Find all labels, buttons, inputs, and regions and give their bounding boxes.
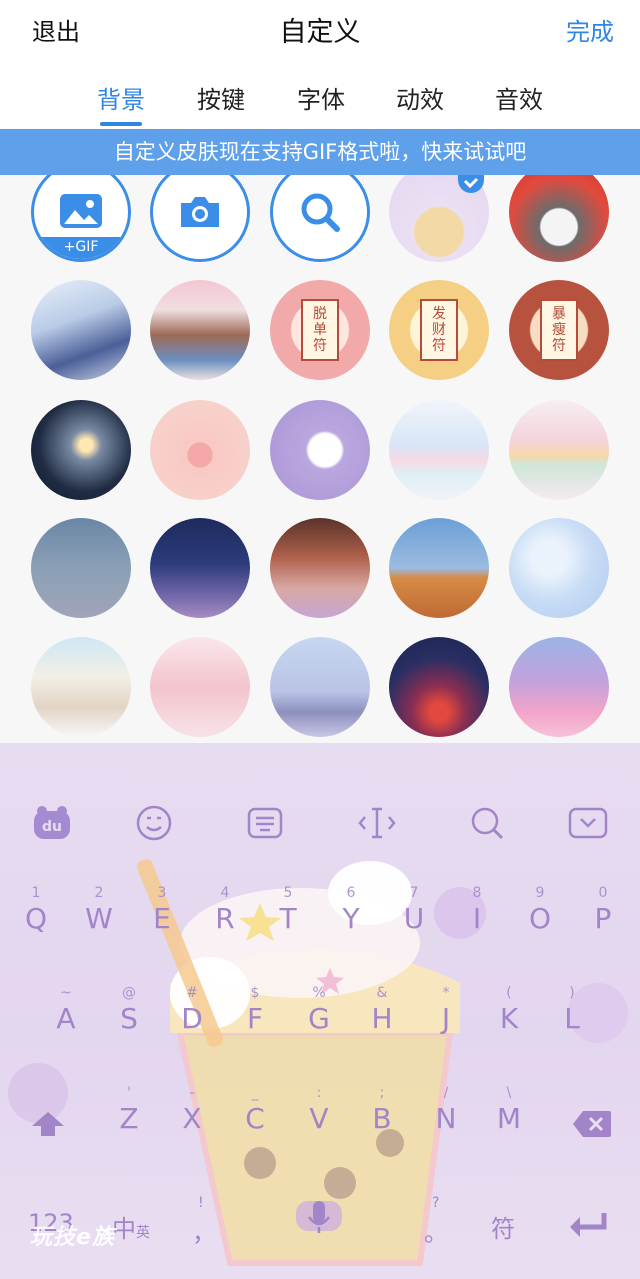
key-k[interactable]: (K [484, 984, 534, 1036]
key-a[interactable]: ~ A [41, 984, 91, 1036]
background-thumb-bunny[interactable] [270, 400, 370, 500]
key-z[interactable]: ' Z [104, 1084, 154, 1136]
cursor-icon[interactable] [357, 803, 397, 843]
svg-text:du: du [42, 819, 62, 835]
keyboard-layout-icon[interactable] [245, 803, 285, 843]
active-tab-indicator [100, 122, 142, 126]
key-o[interactable]: 9O [515, 884, 565, 936]
background-thumb-fu-2[interactable]: 发财符 [389, 280, 489, 380]
tab-keys[interactable]: 按键 [181, 80, 261, 115]
background-thumb-mountain-haze[interactable] [270, 637, 370, 737]
key-s[interactable]: @ S [104, 984, 154, 1036]
period-hint: ? [432, 1195, 440, 1211]
enter-icon[interactable] [566, 1211, 610, 1241]
key-i[interactable]: 8I [452, 884, 502, 936]
background-thumb-astronaut[interactable] [509, 637, 609, 737]
key-n[interactable]: / N [421, 1084, 471, 1136]
background-thumb-anime-boy[interactable] [31, 637, 131, 737]
key-e[interactable]: 3E [137, 884, 187, 936]
background-thumb-fu-3[interactable]: 暴瘦符 [509, 280, 609, 380]
top-bar: 退出 自定义 完成 [0, 0, 640, 60]
key-r[interactable]: 4R [200, 884, 250, 936]
language-switch-key[interactable]: 中英 [112, 1209, 150, 1244]
key-c[interactable]: _ C [230, 1084, 280, 1136]
background-thumb-fu-1[interactable]: 脱单符 [270, 280, 370, 380]
key-m[interactable]: \ M [484, 1084, 534, 1136]
background-thumb-rainy-night[interactable] [389, 637, 489, 737]
camera-icon [181, 197, 219, 227]
search-icon [301, 193, 340, 232]
key-h[interactable]: & H [357, 984, 407, 1036]
key-f[interactable]: $ F [230, 984, 280, 1036]
key-x[interactable]: -X [167, 1084, 217, 1136]
gif-support-banner: 自定义皮肤现在支持GIF格式啦，快来试试吧 [0, 129, 640, 175]
search-icon[interactable] [467, 803, 507, 843]
fu-scroll-3: 暴瘦符 [540, 299, 578, 361]
gallery-upload-button[interactable]: +GIF [31, 175, 131, 262]
key-j[interactable]: * J [421, 984, 471, 1036]
tab-bar: 背景 按键 字体 动效 音效 [0, 60, 640, 128]
fu-scroll-2: 发财符 [420, 299, 458, 361]
backspace-icon[interactable] [571, 1109, 613, 1139]
key-t[interactable]: 5T [263, 884, 313, 936]
key-q[interactable]: 1Q [11, 884, 61, 936]
key-g[interactable]: % G [294, 984, 344, 1036]
background-thumb-cat[interactable] [509, 175, 609, 262]
background-thumb-bokeh-blue[interactable] [509, 518, 609, 618]
key-w[interactable]: 2W [74, 884, 124, 936]
background-grid: +GIF 脱单符 发财符 暴瘦符 [0, 175, 640, 743]
background-thumb-night-sky[interactable] [150, 518, 250, 618]
done-button[interactable]: 完成 [566, 12, 614, 47]
du-logo-icon[interactable]: du [32, 803, 72, 843]
tab-animation[interactable]: 动效 [380, 80, 460, 115]
background-thumb-anime-couple[interactable] [150, 280, 250, 380]
keyboard-preview: du 1Q 2W 3E 4R 5T 6Y 7U 8I 9O 0P ~ A @ S #… [0, 743, 640, 1279]
key-y[interactable]: 6Y [326, 884, 376, 936]
background-thumb-sparkler[interactable] [31, 400, 131, 500]
shift-icon[interactable] [30, 1109, 66, 1139]
tab-font[interactable]: 字体 [281, 80, 361, 115]
background-thumb-love-window[interactable] [31, 518, 131, 618]
image-icon [60, 194, 102, 228]
gif-badge: +GIF [34, 237, 128, 259]
camera-button[interactable] [150, 175, 250, 262]
watermark-logo: 玩技e族 [30, 1225, 115, 1250]
fu-scroll-1: 脱单符 [301, 299, 339, 361]
search-background-button[interactable] [270, 175, 370, 262]
key-p[interactable]: 0P [578, 884, 628, 936]
background-thumb-anime-girl-umbrella[interactable] [31, 280, 131, 380]
page-title: 自定义 [279, 17, 361, 48]
background-thumb-canyon[interactable] [270, 518, 370, 618]
background-thumb-anime-girl-pink[interactable] [150, 637, 250, 737]
period-key[interactable]: 。 [424, 1213, 448, 1248]
key-u[interactable]: 7U [389, 884, 439, 936]
background-thumb-desert[interactable] [389, 518, 489, 618]
tab-background[interactable]: 背景 [81, 80, 161, 115]
key-b[interactable]: ; B [357, 1084, 407, 1136]
collapse-icon[interactable] [568, 803, 608, 843]
key-l[interactable]: ) L [547, 984, 597, 1036]
symbols-key[interactable]: 符 [491, 1209, 515, 1244]
tab-sound[interactable]: 音效 [479, 80, 559, 115]
key-v[interactable]: :V [294, 1084, 344, 1136]
background-thumb-rainbow-hands[interactable] [389, 400, 489, 500]
selected-check-icon [458, 175, 484, 193]
microphone-icon[interactable] [306, 1199, 332, 1235]
comma-hint: ! [198, 1195, 204, 1211]
key-d[interactable]: # D [167, 984, 217, 1036]
background-thumb-pig[interactable] [150, 400, 250, 500]
comma-key[interactable]: ， [192, 1213, 216, 1248]
background-thumb-rainbow-heart[interactable] [509, 400, 609, 500]
emoji-icon[interactable] [134, 803, 174, 843]
